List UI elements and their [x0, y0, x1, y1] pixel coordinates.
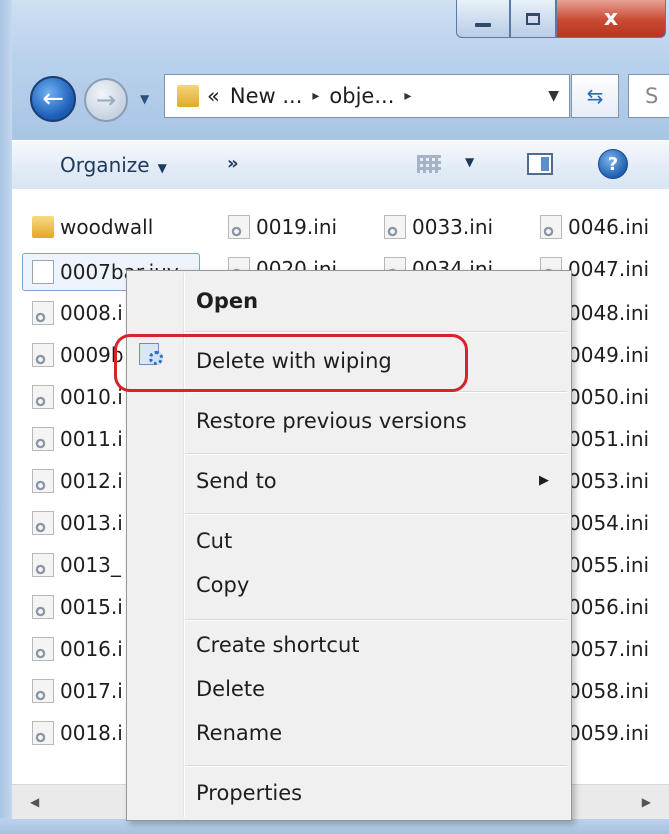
list-item[interactable]: 0015.i [32, 588, 123, 626]
back-arrow-icon: ← [42, 84, 64, 114]
settings-file-icon [32, 637, 54, 661]
settings-file-icon [32, 721, 54, 745]
menu-item-properties[interactable]: Properties [196, 781, 302, 805]
highlight-annotation-ring [114, 334, 468, 392]
window-frame-left [0, 0, 12, 834]
settings-file-icon [32, 385, 54, 409]
list-item[interactable]: woodwall [32, 208, 153, 246]
breadcrumb-new[interactable]: New ... [230, 84, 303, 108]
settings-file-icon [32, 301, 54, 325]
settings-file-icon [32, 427, 54, 451]
command-bar: Organize ▼ » ▼ ? [12, 140, 669, 190]
list-item[interactable]: 0013.i [32, 504, 123, 542]
menu-separator [185, 513, 567, 515]
refresh-button[interactable]: ⇆ [571, 74, 619, 118]
close-button[interactable]: x [556, 0, 666, 38]
list-item[interactable]: 0011.i [32, 420, 123, 458]
list-item[interactable]: 0010.i [32, 378, 123, 416]
list-item[interactable]: 0016.i [32, 630, 123, 668]
more-commands-button[interactable]: » [227, 153, 239, 174]
breadcrumb-separator-icon[interactable]: ▸ [404, 88, 411, 104]
change-view-button[interactable]: ▼ [417, 151, 477, 179]
menu-item-cut[interactable]: Cut [196, 529, 232, 553]
search-input[interactable]: S [628, 74, 669, 118]
preview-pane-button[interactable] [527, 153, 553, 175]
menu-item-rename[interactable]: Rename [196, 721, 282, 745]
settings-file-icon [32, 553, 54, 577]
menu-separator [185, 765, 567, 767]
file-icon [32, 260, 54, 284]
forward-arrow-icon: → [95, 86, 117, 114]
folder-icon [32, 216, 54, 238]
menu-item-restore-previous-versions[interactable]: Restore previous versions [196, 409, 467, 433]
scroll-right-icon[interactable]: ▶ [642, 795, 651, 809]
back-button[interactable]: ← [30, 76, 76, 122]
list-item[interactable]: 0008.i [32, 294, 123, 332]
list-item[interactable]: 0018.i [32, 714, 123, 752]
settings-file-icon [384, 215, 406, 239]
settings-file-icon [32, 343, 54, 367]
menu-item-delete[interactable]: Delete [196, 677, 265, 701]
menu-separator [185, 331, 567, 333]
address-bar[interactable]: « New ... ▸ obje... ▸ ▼ [164, 74, 570, 118]
scroll-left-icon[interactable]: ◀ [30, 795, 39, 809]
address-dropdown-icon[interactable]: ▼ [548, 88, 559, 104]
minimize-button[interactable] [456, 0, 510, 38]
list-item[interactable]: 0009b [32, 336, 124, 374]
recent-pages-dropdown[interactable]: ▼ [140, 92, 149, 106]
organize-button[interactable]: Organize ▼ [60, 153, 167, 177]
folder-icon [177, 85, 199, 107]
settings-file-icon [540, 215, 562, 239]
settings-file-icon [32, 511, 54, 535]
menu-separator [185, 619, 567, 621]
list-item[interactable]: 0017.i [32, 672, 123, 710]
list-item[interactable]: 0012.i [32, 462, 123, 500]
settings-file-icon [228, 215, 250, 239]
breadcrumb-objects[interactable]: obje... [329, 84, 394, 108]
menu-separator [185, 453, 567, 455]
chevron-down-icon: ▼ [465, 155, 475, 169]
menu-item-send-to[interactable]: Send to [196, 469, 277, 493]
maximize-icon [526, 12, 540, 25]
list-item[interactable]: 0046.ini [540, 208, 649, 246]
submenu-arrow-icon: ▶ [539, 473, 549, 488]
settings-file-icon [32, 469, 54, 493]
breadcrumb-overflow[interactable]: « [207, 84, 220, 108]
menu-item-copy[interactable]: Copy [196, 573, 249, 597]
menu-item-open[interactable]: Open [196, 289, 258, 313]
help-button[interactable]: ? [598, 149, 628, 179]
breadcrumb-separator-icon[interactable]: ▸ [312, 88, 319, 104]
explorer-window: x ← → ▼ « New ... ▸ obje... ▸ ▼ ⇆ S Orga… [0, 0, 669, 834]
menu-item-create-shortcut[interactable]: Create shortcut [196, 633, 360, 657]
caption-buttons: x [456, 0, 666, 44]
maximize-button[interactable] [510, 0, 556, 38]
list-item[interactable]: 0019.ini [228, 208, 337, 246]
list-item[interactable]: 0033.ini [384, 208, 493, 246]
list-item[interactable]: 0013_ [32, 546, 121, 584]
organize-label: Organize [60, 153, 150, 177]
view-icon [417, 155, 441, 173]
refresh-icon: ⇆ [586, 84, 604, 108]
settings-file-icon [32, 679, 54, 703]
settings-file-icon [32, 595, 54, 619]
forward-button[interactable]: → [84, 78, 128, 122]
chevron-down-icon: ▼ [157, 161, 167, 175]
minimize-icon [475, 22, 491, 27]
close-icon: x [603, 6, 619, 31]
